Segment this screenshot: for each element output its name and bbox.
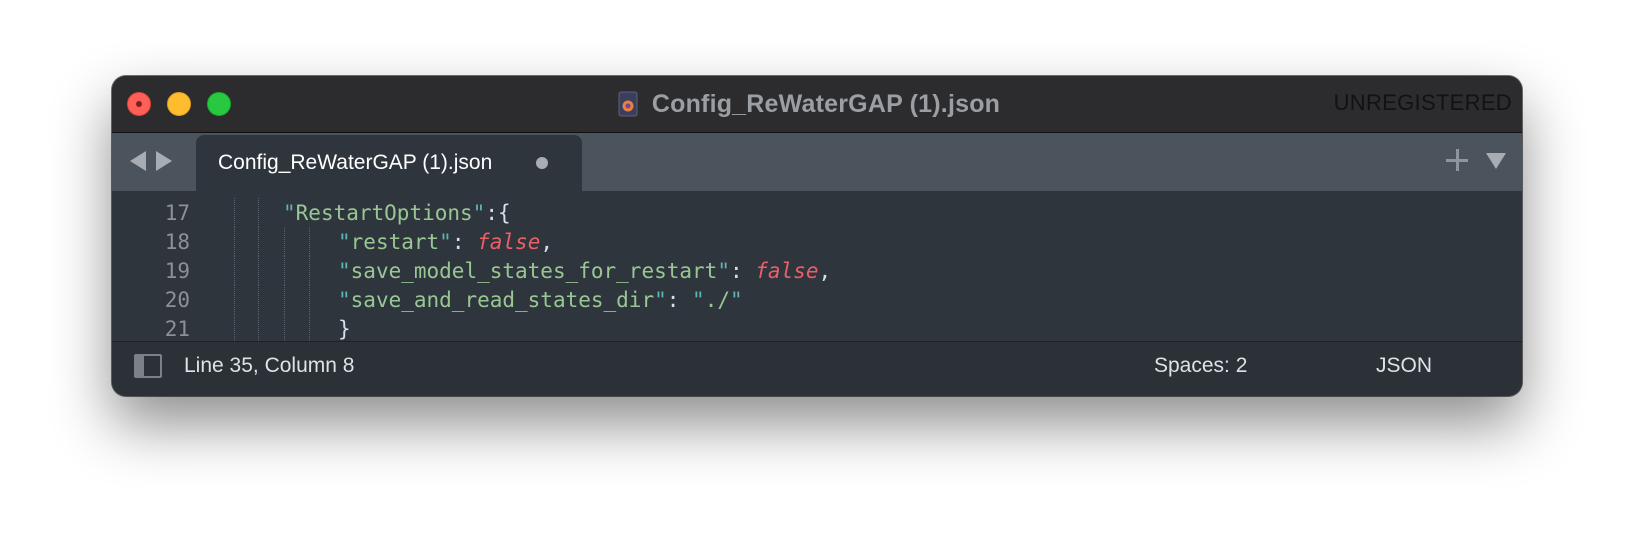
code-token: RestartOptions (295, 201, 473, 225)
indent-guide (258, 285, 259, 314)
unregistered-label: UNREGISTERED (1333, 90, 1512, 115)
indent-guide (258, 256, 259, 285)
indent-guide (309, 314, 310, 341)
window-title-area: Config_ReWaterGAP (1).json (112, 76, 1522, 132)
indent-guide (258, 198, 259, 227)
indent-guide (284, 227, 285, 256)
sidebar-toggle-icon[interactable] (134, 354, 162, 378)
title-bar[interactable]: Config_ReWaterGAP (1).json UNREGISTERED (112, 76, 1522, 133)
code-line[interactable]: 18 "restart": false, (112, 227, 1522, 257)
indent-guide (309, 285, 310, 314)
indent-guide (284, 285, 285, 314)
nav-back-icon[interactable] (130, 151, 146, 171)
indentation-setting[interactable]: Spaces: 2 (1154, 354, 1247, 378)
code-token: } (338, 317, 351, 341)
tab-bar: Config_ReWaterGAP (1).json (112, 133, 1522, 191)
cursor-position[interactable]: Line 35, Column 8 (184, 354, 354, 378)
indent-guide (234, 227, 235, 256)
code-token: " (283, 201, 296, 225)
code-token: " (654, 288, 667, 312)
line-number: 20 (164, 288, 190, 312)
code-text: "save_model_states_for_restart": false, (338, 256, 831, 286)
code-token: ./ (704, 288, 730, 312)
code-token: " (338, 259, 351, 283)
code-line[interactable]: 20 "save_and_read_states_dir": "./" (112, 285, 1522, 315)
code-token: : (451, 230, 478, 254)
indent-guide (234, 314, 235, 341)
tab-menu-icon[interactable] (1486, 153, 1506, 169)
line-number: 17 (164, 201, 190, 225)
code-token: " (439, 230, 452, 254)
code-token: : (666, 288, 693, 312)
code-line[interactable]: 17 "RestartOptions":{ (112, 198, 1522, 228)
indent-guide (284, 256, 285, 285)
code-text: "RestartOptions":{ (283, 198, 511, 228)
code-line[interactable]: 19 "save_model_states_for_restart": false… (112, 256, 1522, 286)
indent-guide (309, 227, 310, 256)
tab-label: Config_ReWaterGAP (1).json (218, 151, 493, 174)
code-token: , (540, 230, 553, 254)
code-token: " (338, 288, 351, 312)
code-text: } (338, 314, 351, 341)
unsaved-dot-icon[interactable] (536, 157, 548, 169)
code-token: " (338, 230, 351, 254)
indent-guide (309, 256, 310, 285)
code-token: :{ (485, 201, 511, 225)
code-editor[interactable]: 17 "RestartOptions":{18 "restart": false, 1… (112, 191, 1522, 341)
syntax-mode[interactable]: JSON (1376, 354, 1432, 378)
code-token: false (755, 259, 819, 283)
code-token: save_model_states_for_restart (350, 259, 718, 283)
editor-window: Config_ReWaterGAP (1).json UNREGISTERED … (112, 76, 1522, 396)
indent-guide (258, 314, 259, 341)
code-token: " (730, 288, 743, 312)
status-bar: Line 35, Column 8 Spaces: 2 JSON (112, 341, 1522, 396)
nav-forward-icon[interactable] (156, 151, 172, 171)
code-text: "restart": false, (338, 227, 553, 257)
indent-guide (284, 314, 285, 341)
line-number: 21 (164, 317, 190, 341)
line-number: 19 (164, 259, 190, 283)
indent-guide (258, 227, 259, 256)
code-text: "save_and_read_states_dir": "./" (338, 285, 743, 315)
indent-guide (234, 198, 235, 227)
code-token: " (472, 201, 486, 225)
code-line[interactable]: 21} (112, 314, 1522, 341)
code-token: " (717, 259, 730, 283)
new-tab-icon[interactable] (1446, 149, 1468, 171)
code-token: " (692, 288, 705, 312)
code-token: false (477, 230, 541, 254)
tab-navigation (130, 151, 172, 171)
tab-config-json[interactable]: Config_ReWaterGAP (1).json (196, 135, 582, 191)
code-token: , (818, 259, 832, 283)
window-title: Config_ReWaterGAP (1).json (651, 89, 1001, 118)
line-number: 18 (164, 230, 190, 254)
code-token: : (729, 259, 756, 283)
indent-guide (234, 256, 235, 285)
code-token: save_and_read_states_dir (350, 288, 655, 312)
code-token: restart (350, 230, 440, 254)
indent-guide (234, 285, 235, 314)
file-icon (618, 91, 638, 117)
